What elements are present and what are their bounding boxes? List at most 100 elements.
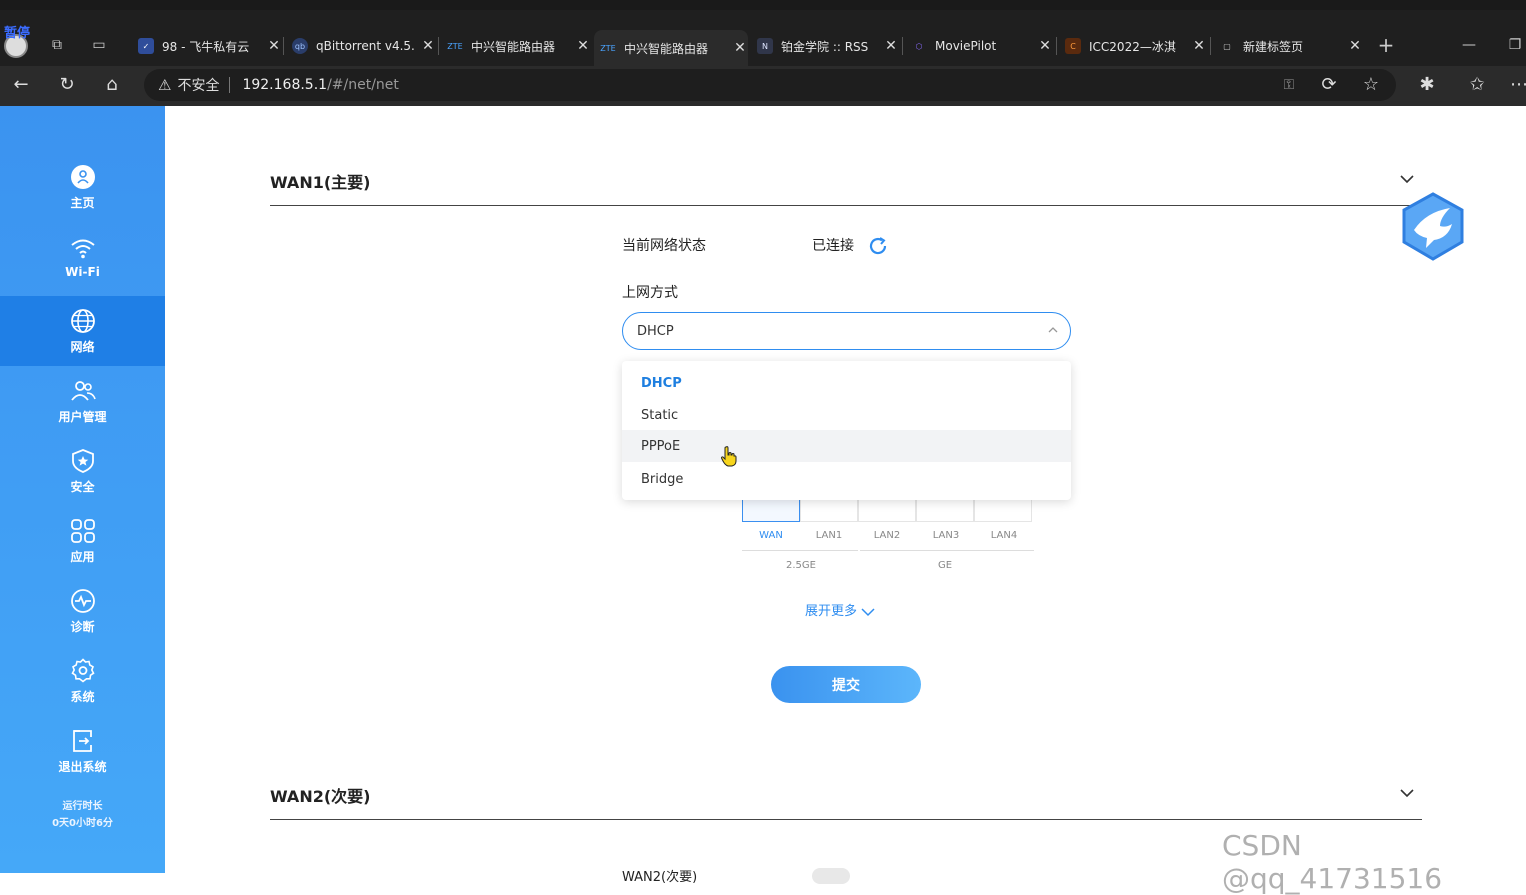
more-icon[interactable]: ⋯ (1508, 74, 1526, 96)
tab-4-active[interactable]: ZTE 中兴智能路由器 ✕ (594, 30, 748, 66)
maximize-icon[interactable]: ❐ (1506, 36, 1524, 54)
tab-title: 新建标签页 (1243, 39, 1304, 54)
tab-7[interactable]: C ICC2022—冰淇 ✕ (1059, 33, 1207, 59)
tab-title: 中兴智能路由器 (471, 39, 556, 54)
sync-icon[interactable]: ⟳ (1318, 74, 1340, 96)
port-label: LAN1 (815, 530, 843, 541)
chevron-down-icon[interactable] (1399, 785, 1415, 801)
submit-button[interactable]: 提交 (771, 666, 921, 703)
chevron-down-icon[interactable] (1399, 171, 1415, 187)
tab-favicon-icon: qb (292, 38, 308, 54)
new-tab-icon[interactable]: + (1377, 35, 1395, 55)
select-value: DHCP (637, 323, 674, 339)
chevron-up-icon (1048, 327, 1058, 333)
section-divider (270, 205, 1422, 206)
gear-icon (70, 657, 95, 683)
option-static[interactable]: Static (622, 399, 1071, 431)
tab-favicon-icon: N (757, 38, 773, 54)
connection-mode-select[interactable]: DHCP (622, 312, 1071, 350)
option-dhcp[interactable]: DHCP (622, 367, 1071, 399)
sidebar-item-label: 安全 (70, 479, 95, 494)
close-icon[interactable]: ✕ (575, 38, 591, 54)
sidebar-item-home[interactable]: 主页 (0, 152, 165, 222)
sidebar-item-security[interactable]: 安全 (0, 436, 165, 506)
refresh-status-icon[interactable] (868, 236, 888, 256)
sidebar-item-system[interactable]: 系统 (0, 646, 165, 716)
back-icon[interactable]: ← (10, 74, 32, 96)
shield-icon (71, 448, 94, 473)
pulse-icon (70, 588, 95, 613)
sidebar-item-diagnostics[interactable]: 诊断 (0, 576, 165, 646)
expand-more-label: 展开更多 (805, 604, 858, 619)
tab-favicon-icon: ZTE (447, 41, 463, 51)
tab-1[interactable]: ✓ 98 - 飞牛私有云 ✕ (132, 33, 282, 59)
tab-3[interactable]: ZTE 中兴智能路由器 ✕ (441, 33, 591, 59)
tab-title: ICC2022—冰淇 (1089, 39, 1176, 54)
sidebar-item-label: 用户管理 (58, 409, 107, 424)
window-top-strip (0, 0, 1526, 10)
expand-more-link[interactable]: 展开更多 (805, 600, 875, 619)
mode-label: 上网方式 (622, 285, 678, 301)
option-pppoe[interactable]: PPPoE (622, 430, 1071, 462)
port-label: WAN (759, 530, 783, 541)
close-icon[interactable]: ✕ (266, 38, 282, 54)
wifi-icon (70, 239, 95, 259)
close-icon[interactable]: ✕ (732, 40, 748, 56)
favorites-list-icon[interactable]: ✩ (1466, 74, 1488, 96)
tab-favicon-icon: ZTE (600, 43, 616, 53)
tab-title: MoviePilot (935, 39, 997, 53)
port-group-label: GE (938, 560, 953, 571)
extensions-icon[interactable]: ✱ (1416, 74, 1438, 96)
wan2-title: WAN2(次要) (270, 787, 371, 806)
close-icon[interactable]: ✕ (1191, 38, 1207, 54)
tab-favicon-icon: C (1065, 38, 1081, 54)
close-icon[interactable]: ✕ (420, 38, 436, 54)
tab-favicon-icon: ▢ (1223, 41, 1231, 51)
port-group-line (860, 550, 1034, 551)
sidebar-item-apps[interactable]: 应用 (0, 506, 165, 576)
sidebar-item-users[interactable]: 用户管理 (0, 366, 165, 436)
wan2-toggle[interactable] (812, 868, 850, 884)
tab-8[interactable]: ▢ 新建标签页 ✕ (1213, 33, 1363, 59)
minimize-icon[interactable]: — (1460, 36, 1478, 54)
key-icon[interactable]: ⚿ (1278, 74, 1300, 96)
workspaces-icon[interactable]: ⧉ (48, 36, 66, 54)
section-divider (270, 819, 1422, 820)
tab-separator (1210, 37, 1211, 55)
close-icon[interactable]: ✕ (1347, 38, 1363, 54)
sidebar-item-label: Wi-Fi (65, 265, 100, 279)
watermark: CSDN @qq_41731516 (1222, 829, 1443, 895)
port-label: LAN3 (932, 530, 960, 541)
globe-icon (70, 308, 95, 333)
url-host: 192.168.5.1 (242, 77, 328, 93)
assistant-bird-icon[interactable] (1400, 192, 1466, 262)
uptime-block: 运行时长 0天0小时6分 (0, 798, 165, 832)
active-indicator (1517, 327, 1526, 341)
refresh-icon[interactable]: ↻ (56, 74, 78, 96)
status-value: 已连接 (812, 238, 854, 254)
close-icon[interactable]: ✕ (883, 38, 899, 54)
url-divider (229, 77, 231, 93)
port-label: LAN2 (873, 530, 901, 541)
tab-2[interactable]: qb qBittorrent v4.5. ✕ (286, 33, 436, 59)
sidebar-item-logout[interactable]: 退出系统 (0, 716, 165, 786)
home-icon[interactable]: ⌂ (101, 74, 123, 96)
warning-icon: ⚠ (158, 76, 172, 94)
tab-5[interactable]: N 铂金学院 :: RSS ✕ (751, 33, 899, 59)
logout-icon (72, 729, 92, 752)
sidebar-item-network[interactable]: 网络 (0, 296, 165, 366)
uptime-label: 运行时长 (62, 801, 103, 812)
port-label: LAN4 (990, 530, 1018, 541)
favorite-star-icon[interactable]: ☆ (1360, 74, 1382, 96)
tab-separator (1056, 37, 1057, 55)
chevron-down-icon (861, 607, 875, 616)
tab-favicon-icon: ✓ (138, 38, 154, 54)
option-bridge[interactable]: Bridge (622, 463, 1071, 495)
tab-6[interactable]: ⬡ MoviePilot ✕ (905, 33, 1053, 59)
tab-favicon-icon: ⬡ (915, 41, 923, 51)
sidebar-item-label: 系统 (70, 689, 95, 704)
tab-actions-icon[interactable]: ▭ (90, 36, 108, 54)
close-icon[interactable]: ✕ (1037, 38, 1053, 54)
sidebar-item-wifi[interactable]: Wi-Fi (0, 222, 165, 292)
address-bar[interactable]: ⚠ 不安全 192.168.5.1/#/net/net (144, 69, 1396, 101)
